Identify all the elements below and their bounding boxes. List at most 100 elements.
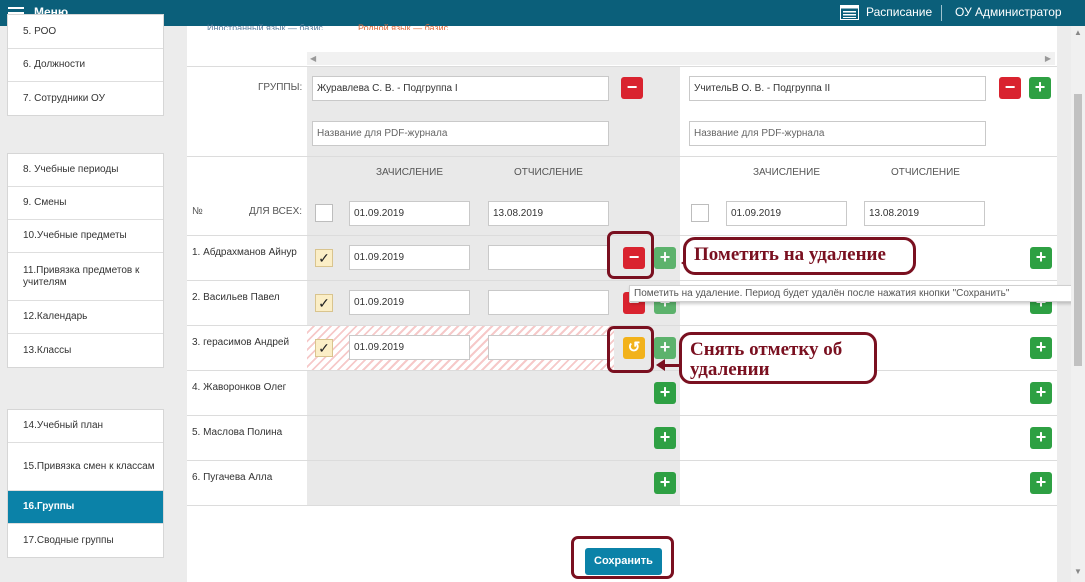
student-5-add-period-button[interactable]: +	[654, 427, 676, 449]
sidebar-item-calendar[interactable]: 12.Календарь	[8, 301, 163, 334]
plus-icon: +	[659, 472, 671, 492]
sidebar-item-periods[interactable]: 8. Учебные периоды	[8, 154, 163, 187]
student-name: 5. Маслова Полина	[192, 427, 283, 438]
student-5-group2-add-button[interactable]: +	[1030, 427, 1052, 449]
student-1-group2-add-button[interactable]: +	[1030, 247, 1052, 269]
student-name: 2. Васильев Павел	[192, 292, 280, 303]
divider	[187, 460, 1057, 461]
sidebar-item-shifts[interactable]: 9. Смены	[8, 187, 163, 220]
sidebar-group-3: 14.Учебный план 15.Привязка смен к класс…	[7, 409, 164, 558]
expel-header: ОТЧИСЛЕНИЕ	[891, 167, 960, 178]
add-group-button[interactable]: +	[1029, 77, 1051, 99]
groups-label: ГРУППЫ:	[258, 82, 303, 93]
minus-icon: −	[626, 77, 638, 97]
scroll-right-icon[interactable]: ▶	[1045, 54, 1051, 63]
student-name: 4. Жаворонков Олег	[192, 382, 287, 393]
divider	[187, 505, 1057, 506]
vertical-scrollbar[interactable]: ▲ ▼	[1071, 26, 1085, 582]
group2-for-all-expel-date[interactable]: 13.08.2019	[864, 201, 985, 226]
group1-for-all-enroll-date[interactable]: 01.09.2019	[349, 201, 470, 226]
group1-pdf-input[interactable]: Название для PDF-журнала	[312, 121, 609, 146]
student-name: 3. герасимов Андрей	[192, 337, 290, 348]
plus-icon: +	[1035, 427, 1047, 447]
student-4-group2-add-button[interactable]: +	[1030, 382, 1052, 404]
plus-icon: +	[1035, 247, 1047, 267]
sidebar-item-roo[interactable]: 5. РОО	[8, 15, 163, 49]
header-subject-left: Иностранный язык — базис.	[207, 23, 326, 30]
user-menu[interactable]: ОУ Администратор	[955, 5, 1062, 19]
scroll-down-icon[interactable]: ▼	[1074, 567, 1082, 576]
plus-icon: +	[1035, 382, 1047, 402]
divider	[187, 280, 1057, 281]
student-1-expel-date[interactable]	[488, 245, 609, 270]
callout-arrow-head	[656, 359, 665, 371]
number-header: №	[192, 206, 203, 217]
student-6-group2-add-button[interactable]: +	[1030, 472, 1052, 494]
plus-icon: +	[659, 427, 671, 447]
enroll-header: ЗАЧИСЛЕНИЕ	[376, 167, 443, 178]
calendar-icon	[840, 5, 859, 20]
unmark-delete-highlight-ring	[607, 326, 654, 373]
group2-pdf-input[interactable]: Название для PDF-журнала	[689, 121, 986, 146]
sidebar-item-groups[interactable]: 16.Группы	[8, 491, 163, 524]
schedule-label: Расписание	[866, 5, 933, 19]
sidebar-item-positions[interactable]: 6. Должности	[8, 49, 163, 82]
student-name: 6. Пугачева Алла	[192, 472, 273, 483]
student-3-add-period-button[interactable]: +	[654, 337, 676, 359]
header-subject-right: Родной язык — базис.	[358, 23, 451, 30]
sidebar-item-shift-classes[interactable]: 15.Привязка смен к классам	[8, 443, 163, 491]
group1-for-all-checkbox[interactable]	[315, 204, 333, 222]
scrollbar-thumb[interactable]	[1074, 94, 1082, 366]
group1-for-all-expel-date[interactable]: 13.08.2019	[488, 201, 609, 226]
student-name: 1. Абдрахманов Айнур	[192, 247, 297, 258]
student-3-group2-add-button[interactable]: +	[1030, 337, 1052, 359]
plus-icon: +	[1035, 337, 1047, 357]
student-1-checkbox[interactable]: ✓	[315, 249, 333, 267]
student-6-add-period-button[interactable]: +	[654, 472, 676, 494]
group2-for-all-enroll-date[interactable]: 01.09.2019	[726, 201, 847, 226]
expel-header: ОТЧИСЛЕНИЕ	[514, 167, 583, 178]
topbar-divider	[941, 5, 942, 21]
student-3-enroll-date[interactable]: 01.09.2019	[349, 335, 470, 360]
student-1-enroll-date[interactable]: 01.09.2019	[349, 245, 470, 270]
divider	[187, 156, 1057, 157]
plus-icon: +	[659, 337, 671, 357]
scroll-left-icon[interactable]: ◀	[310, 54, 316, 63]
student-3-checkbox[interactable]: ✓	[315, 339, 333, 357]
group2-for-all-checkbox[interactable]	[691, 204, 709, 222]
sidebar-item-curriculum[interactable]: 14.Учебный план	[8, 410, 163, 443]
group1-remove-button[interactable]: −	[621, 77, 643, 99]
unmark-delete-callout: Снять отметку об удалении	[679, 332, 877, 384]
enroll-header: ЗАЧИСЛЕНИЕ	[753, 167, 820, 178]
student-4-add-period-button[interactable]: +	[654, 382, 676, 404]
mark-delete-highlight-ring	[607, 231, 654, 279]
scroll-up-icon[interactable]: ▲	[1074, 28, 1082, 37]
sidebar-item-subject-teachers[interactable]: 11.Привязка предметов к учителям	[8, 253, 163, 301]
schedule-link[interactable]: Расписание	[840, 4, 932, 22]
horizontal-scrollbar[interactable]: ◀ ▶	[307, 52, 1055, 65]
group1-name-input[interactable]: Журавлева С. В. - Подгруппа I	[312, 76, 609, 101]
student-2-checkbox[interactable]: ✓	[315, 294, 333, 312]
student-3-expel-date[interactable]	[488, 335, 609, 360]
sidebar-group-1: 5. РОО 6. Должности 7. Сотрудники ОУ	[7, 14, 164, 116]
plus-icon: +	[659, 382, 671, 402]
student-2-enroll-date[interactable]: 01.09.2019	[349, 290, 470, 315]
divider	[187, 66, 1057, 67]
tooltip: Пометить на удаление. Период будет удалё…	[629, 285, 1076, 302]
checkmark-icon: ✓	[318, 250, 330, 266]
divider	[187, 415, 1057, 416]
minus-icon: −	[1004, 77, 1016, 97]
sidebar-item-subjects[interactable]: 10.Учебные предметы	[8, 220, 163, 253]
student-1-add-period-button[interactable]: +	[654, 247, 676, 269]
group2-remove-button[interactable]: −	[999, 77, 1021, 99]
sidebar-group-2: 8. Учебные периоды 9. Смены 10.Учебные п…	[7, 153, 164, 368]
sidebar-item-classes[interactable]: 13.Классы	[8, 334, 163, 367]
student-2-expel-date[interactable]	[488, 290, 609, 315]
mark-delete-callout: Пометить на удаление	[683, 237, 916, 275]
sidebar-item-combined-groups[interactable]: 17.Сводные группы	[8, 524, 163, 557]
group2-name-input[interactable]: УчительВ О. В. - Подгруппа II	[689, 76, 986, 101]
save-button[interactable]: Сохранить	[585, 548, 662, 575]
plus-icon: +	[1034, 77, 1046, 97]
for-all-label: ДЛЯ ВСЕХ:	[249, 206, 303, 217]
sidebar-item-staff[interactable]: 7. Сотрудники ОУ	[8, 82, 163, 115]
